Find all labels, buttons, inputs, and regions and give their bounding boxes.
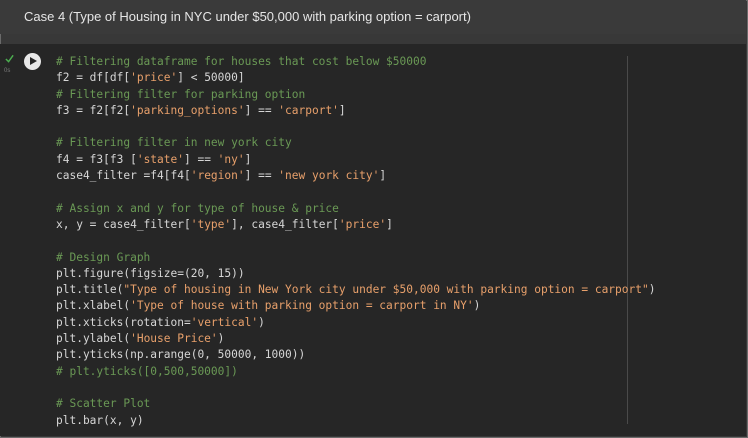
- code-line: plt.bar(x, y): [56, 413, 655, 429]
- code-token: f2 = df[df[: [56, 71, 131, 85]
- code-token: ], case4_filter[: [231, 217, 339, 231]
- cell-gutter: 0s: [0, 44, 18, 84]
- code-token: ): [473, 299, 481, 313]
- code-line: # Filtering filter for parking option: [56, 87, 655, 103]
- code-line: # Assign x and y for type of house & pri…: [56, 201, 655, 217]
- code-token: plt.xticks(rotation=: [56, 315, 191, 329]
- code-token: plt.xlabel(: [56, 299, 131, 313]
- code-line: x, y = case4_filter['type'], case4_filte…: [56, 217, 655, 233]
- code-token: case4_filter =f4[f4[: [56, 169, 191, 183]
- code-token: f3 = f2[f2[: [56, 103, 131, 117]
- check-icon: [5, 54, 14, 63]
- code-comment: # Scatter Plot: [56, 397, 151, 411]
- code-token: ]: [244, 152, 252, 166]
- code-string: 'price': [338, 217, 387, 231]
- code-line: case4_filter =f4[f4['region'] == 'new yo…: [56, 168, 655, 184]
- code-line: plt.xticks(rotation='vertical'): [56, 315, 655, 331]
- code-token: ): [648, 283, 656, 297]
- code-line: f4 = f3[f3 ['state'] == 'ny']: [56, 152, 655, 168]
- code-string: 'price': [130, 71, 178, 85]
- code-token: f4 = f3[f3 [: [56, 152, 137, 166]
- code-string: 'House Price': [130, 332, 218, 346]
- code-line: # Scatter Plot: [56, 396, 655, 412]
- code-line: plt.ylabel('House Price'): [56, 331, 655, 347]
- code-string: 'new york city': [278, 169, 380, 183]
- code-string: 'Type of house with parking option = car…: [130, 299, 474, 313]
- code-line: plt.yticks(np.arange(0, 50000, 1000)): [56, 347, 655, 363]
- code-line: plt.xlabel('Type of house with parking o…: [56, 298, 655, 314]
- code-line: f3 = f2[f2['parking_options'] == 'carpor…: [56, 103, 655, 119]
- code-token: plt.title(: [56, 283, 124, 297]
- code-token: ]: [379, 169, 387, 183]
- code-string: 'ny': [217, 152, 245, 166]
- code-line: # plt.yticks([0,500,50000]): [56, 364, 655, 380]
- code-token: x, y = case4_filter[: [56, 217, 191, 231]
- code-token: ] < 50000]: [177, 71, 245, 85]
- code-comment: # Assign x and y for type of house & pri…: [56, 201, 339, 215]
- markdown-heading-cell[interactable]: Case 4 (Type of Housing in NYC under $50…: [0, 0, 746, 34]
- code-comment: # plt.yticks([0,500,50000]): [56, 364, 238, 378]
- code-token: plt.figure(figsize=(20, 15)): [56, 266, 245, 280]
- code-token: ] ==: [244, 103, 279, 117]
- heading-text: Case 4 (Type of Housing in NYC under $50…: [24, 9, 471, 24]
- code-string: 'carport': [278, 103, 339, 117]
- code-comment: # Filtering dataframe for houses that co…: [56, 55, 427, 68]
- code-comment: # Filtering filter in new york city: [56, 136, 292, 150]
- code-token: plt.ylabel(: [56, 332, 131, 346]
- run-cell-button[interactable]: [24, 53, 41, 70]
- code-comment: # Design Graph: [56, 250, 151, 264]
- code-token: ] ==: [183, 152, 218, 166]
- code-string: 'type': [190, 217, 232, 231]
- code-string: "Type of housing in New York city under …: [123, 283, 649, 297]
- code-string: 'parking_options': [130, 103, 245, 117]
- code-string: 'region': [190, 169, 245, 183]
- code-token: ): [258, 315, 265, 329]
- code-token: ]: [386, 217, 393, 231]
- code-line: plt.title("Type of housing in New York c…: [56, 282, 655, 298]
- code-token: ] ==: [244, 169, 279, 183]
- code-token: ): [217, 332, 225, 346]
- code-comment: # Filtering filter for parking option: [56, 87, 306, 101]
- exec-time: 0s: [4, 68, 11, 74]
- code-token: plt.yticks(np.arange(0, 50000, 1000)): [56, 348, 306, 362]
- code-string: 'vertical': [190, 315, 259, 329]
- code-string: 'state': [136, 152, 184, 166]
- code-editor[interactable]: # Filtering dataframe for houses that co…: [56, 54, 655, 429]
- code-token: ]: [338, 103, 346, 117]
- code-line: # Filtering filter in new york city: [56, 135, 655, 151]
- code-line: # Design Graph: [56, 250, 655, 266]
- play-icon: [30, 57, 37, 65]
- code-line: # Filtering dataframe for houses that co…: [56, 54, 655, 70]
- code-line: f2 = df[df['price'] < 50000]: [56, 70, 655, 86]
- code-line: plt.figure(figsize=(20, 15)): [56, 266, 655, 282]
- code-token: plt.bar(x, y): [56, 413, 144, 427]
